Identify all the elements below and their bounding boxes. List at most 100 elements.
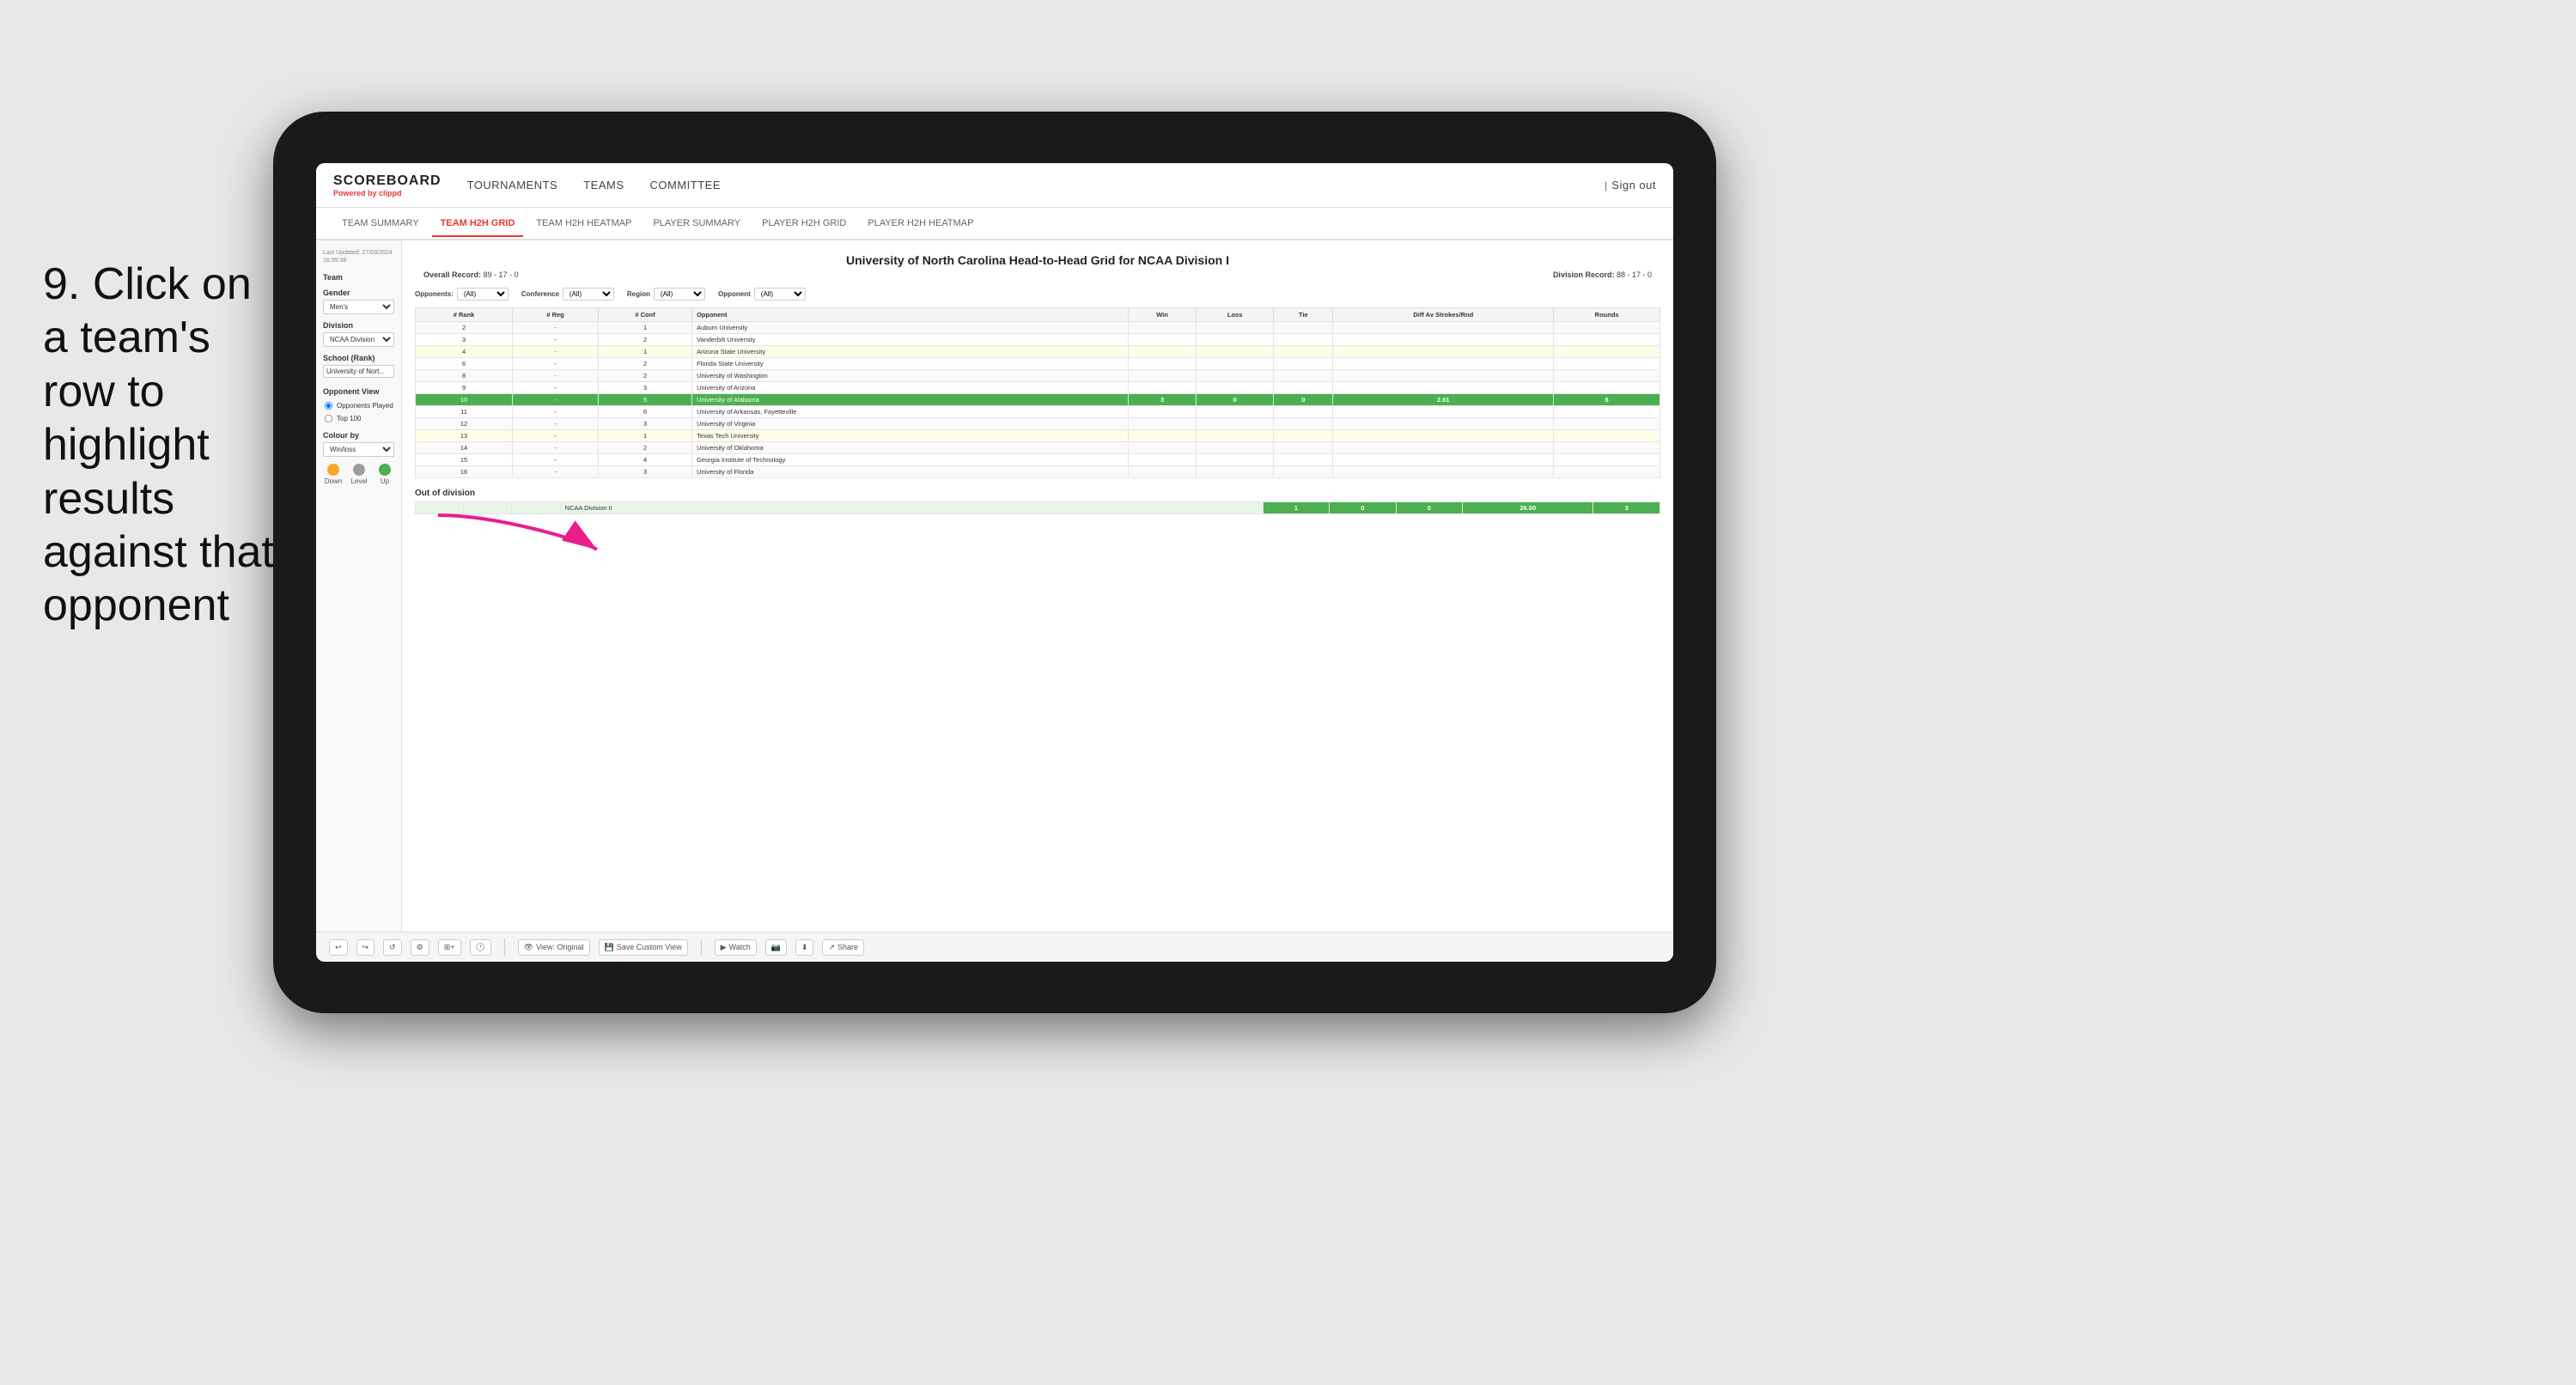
nav-right: | Sign out	[1605, 174, 1656, 196]
download-button[interactable]: ⬇	[795, 939, 814, 956]
opponent-filter-label: Opponent	[718, 290, 751, 298]
out-div-rounds: 3	[1593, 502, 1660, 514]
opponents-filter-select[interactable]: (All)	[457, 288, 509, 301]
top100-radio[interactable]: Top 100	[323, 413, 394, 424]
legend-up-dot	[379, 464, 391, 476]
table-row[interactable]: 2-1Auburn University	[416, 322, 1660, 334]
clock-button[interactable]: 🕐	[470, 939, 491, 956]
legend-level-dot	[353, 464, 365, 476]
table-row[interactable]: 16-3University of Florida	[416, 466, 1660, 478]
instruction-text: 9. Click on a team's row to highlight re…	[43, 258, 283, 633]
logo-area: SCOREBOARD Powered by clippd	[333, 173, 442, 197]
share-button[interactable]: ↗ Share	[822, 939, 864, 956]
col-diff: Diff Av Strokes/Rnd	[1333, 308, 1554, 322]
h2h-grid-table: # Rank # Reg # Conf Opponent Win Loss Ti…	[415, 307, 1660, 478]
tab-team-summary[interactable]: TEAM SUMMARY	[333, 211, 428, 237]
opponents-filter: Opponents: (All)	[415, 288, 509, 301]
tab-player-h2h-grid[interactable]: PLAYER H2H GRID	[753, 211, 855, 237]
opponent-filter-select[interactable]: (All)	[754, 288, 806, 301]
sidebar-gender-label: Gender	[323, 289, 394, 297]
out-div-reg	[464, 502, 512, 514]
col-conf: # Conf	[599, 308, 692, 322]
watch-button[interactable]: ▶ Watch	[715, 939, 757, 956]
sidebar-division-label: Division	[323, 321, 394, 330]
nav-teams[interactable]: TEAMS	[583, 174, 624, 196]
conference-filter-select[interactable]: (All)	[563, 288, 614, 301]
out-div-loss: 0	[1330, 502, 1397, 514]
undo-button[interactable]: ↩	[329, 939, 348, 956]
reset-button[interactable]: ↺	[383, 939, 402, 956]
colour-by-label: Colour by	[323, 431, 394, 440]
toolbar-separator-1	[504, 939, 505, 956]
out-div-rank	[416, 502, 464, 514]
camera-icon: 📷	[771, 943, 781, 952]
sign-out-button[interactable]: Sign out	[1611, 174, 1656, 196]
redo-button[interactable]: ↪	[356, 939, 375, 956]
sidebar: Last Updated: 27/03/2024 16:55:38 Team G…	[316, 240, 402, 932]
tab-player-h2h-heatmap[interactable]: PLAYER H2H HEATMAP	[859, 211, 982, 237]
conference-filter: Conference (All)	[521, 288, 614, 301]
legend-down-dot	[327, 464, 339, 476]
table-row[interactable]: 12-3University of Virginia	[416, 418, 1660, 430]
legend-level-label: Level	[349, 477, 369, 485]
tablet-screen: SCOREBOARD Powered by clippd TOURNAMENTS…	[316, 163, 1673, 962]
table-row[interactable]: 13-1Texas Tech University	[416, 430, 1660, 442]
table-row[interactable]: 10-5University of Alabama3002.618	[416, 394, 1660, 406]
tab-team-h2h-grid[interactable]: TEAM H2H GRID	[432, 211, 524, 237]
watch-icon: ▶	[721, 943, 727, 952]
gender-dropdown[interactable]: Men's	[323, 300, 394, 314]
legend-down-label: Down	[323, 477, 344, 485]
table-row[interactable]: 4-1Arizona State University	[416, 346, 1660, 358]
out-of-division-header: Out of division	[415, 489, 1660, 498]
school-input[interactable]	[323, 365, 394, 378]
download-icon: ⬇	[801, 943, 808, 952]
col-loss: Loss	[1196, 308, 1274, 322]
copy-button[interactable]: ⊞+	[438, 939, 461, 956]
division-dropdown[interactable]: NCAA Division I	[323, 332, 394, 347]
view-original-button[interactable]: 👁 View: Original	[518, 939, 590, 956]
table-row[interactable]: 6-2Florida State University	[416, 358, 1660, 370]
out-of-division-row[interactable]: NCAA Division II 1 0 0 26.00 3	[416, 502, 1660, 514]
colour-by-dropdown[interactable]: Win/loss	[323, 442, 394, 457]
table-row[interactable]: 3-2Vanderbilt University	[416, 334, 1660, 346]
table-area: University of North Carolina Head-to-Hea…	[402, 240, 1673, 932]
save-custom-view-button[interactable]: 💾 Save Custom View	[599, 939, 688, 956]
screenshot-button[interactable]: 📷	[765, 939, 787, 956]
conference-filter-label: Conference	[521, 290, 559, 298]
sidebar-opponent-view-label: Opponent View	[323, 387, 394, 396]
table-row[interactable]: 9-3University of Arizona	[416, 382, 1660, 394]
col-reg: # Reg	[513, 308, 599, 322]
nav-committee[interactable]: COMMITTEE	[650, 174, 722, 196]
logo-text: SCOREBOARD	[333, 173, 442, 189]
table-row[interactable]: 11-6University of Arkansas, Fayetteville	[416, 406, 1660, 418]
opponent-view-options: Opponents Played Top 100	[323, 400, 394, 424]
save-icon: 💾	[605, 943, 614, 952]
col-opponent: Opponent	[692, 308, 1129, 322]
nav-tournaments[interactable]: TOURNAMENTS	[467, 174, 558, 196]
table-row[interactable]: 8-2University of Washington	[416, 370, 1660, 382]
out-div-tie: 0	[1396, 502, 1463, 514]
region-filter-select[interactable]: (All)	[654, 288, 705, 301]
legend-row: Down Level Up	[323, 464, 394, 485]
col-tie: Tie	[1274, 308, 1333, 322]
settings-button[interactable]: ⚙	[411, 939, 429, 956]
logo-sub: Powered by clippd	[333, 189, 442, 197]
eye-icon: 👁	[524, 943, 533, 952]
sidebar-school-label: School (Rank)	[323, 354, 394, 362]
table-row[interactable]: 15-4Georgia Institute of Technology	[416, 454, 1660, 466]
tab-player-summary[interactable]: PLAYER SUMMARY	[644, 211, 749, 237]
legend-up-label: Up	[375, 477, 395, 485]
main-content: Last Updated: 27/03/2024 16:55:38 Team G…	[316, 240, 1673, 932]
table-row[interactable]: 14-2University of Oklahoma	[416, 442, 1660, 454]
top-navigation: SCOREBOARD Powered by clippd TOURNAMENTS…	[316, 163, 1673, 208]
tab-team-h2h-heatmap[interactable]: TEAM H2H HEATMAP	[527, 211, 640, 237]
nav-items: TOURNAMENTS TEAMS COMMITTEE	[467, 174, 1605, 196]
sidebar-team-label: Team	[323, 273, 394, 282]
opponents-played-radio[interactable]: Opponents Played	[323, 400, 394, 411]
opponents-filter-label: Opponents:	[415, 290, 454, 298]
table-title: University of North Carolina Head-to-Hea…	[415, 253, 1660, 267]
out-div-diff: 26.00	[1463, 502, 1593, 514]
region-filter-label: Region	[627, 290, 650, 298]
colour-section: Colour by Win/loss	[323, 431, 394, 457]
tablet-frame: SCOREBOARD Powered by clippd TOURNAMENTS…	[273, 112, 1716, 1013]
